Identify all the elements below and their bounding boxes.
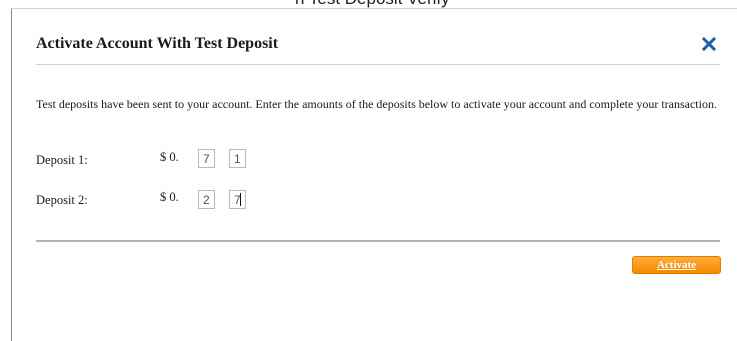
dialog-title: Activate Account With Test Deposit	[36, 35, 279, 52]
text-cursor	[240, 193, 241, 206]
instructions-text: Test deposits have been sent to your acc…	[36, 97, 717, 111]
footer-divider	[36, 240, 720, 242]
activate-button[interactable]: Activate	[632, 256, 721, 274]
deposit-2-digit-1-input[interactable]	[198, 190, 215, 209]
deposit-2-label: Deposit 2:	[36, 193, 88, 207]
close-x-icon	[701, 36, 717, 52]
dialog-left-border	[11, 8, 12, 341]
dialog-top-border	[11, 8, 737, 9]
deposit-2-currency-prefix: $ 0.	[160, 190, 179, 204]
header-divider	[36, 64, 720, 65]
deposit-2-digit-2-input[interactable]	[229, 190, 246, 209]
deposit-1-digit-2-input[interactable]	[229, 149, 246, 168]
deposit-1-currency-prefix: $ 0.	[160, 150, 179, 164]
close-button[interactable]	[701, 36, 717, 52]
deposit-1-digit-1-input[interactable]	[198, 149, 215, 168]
deposit-1-label: Deposit 1:	[36, 153, 88, 167]
